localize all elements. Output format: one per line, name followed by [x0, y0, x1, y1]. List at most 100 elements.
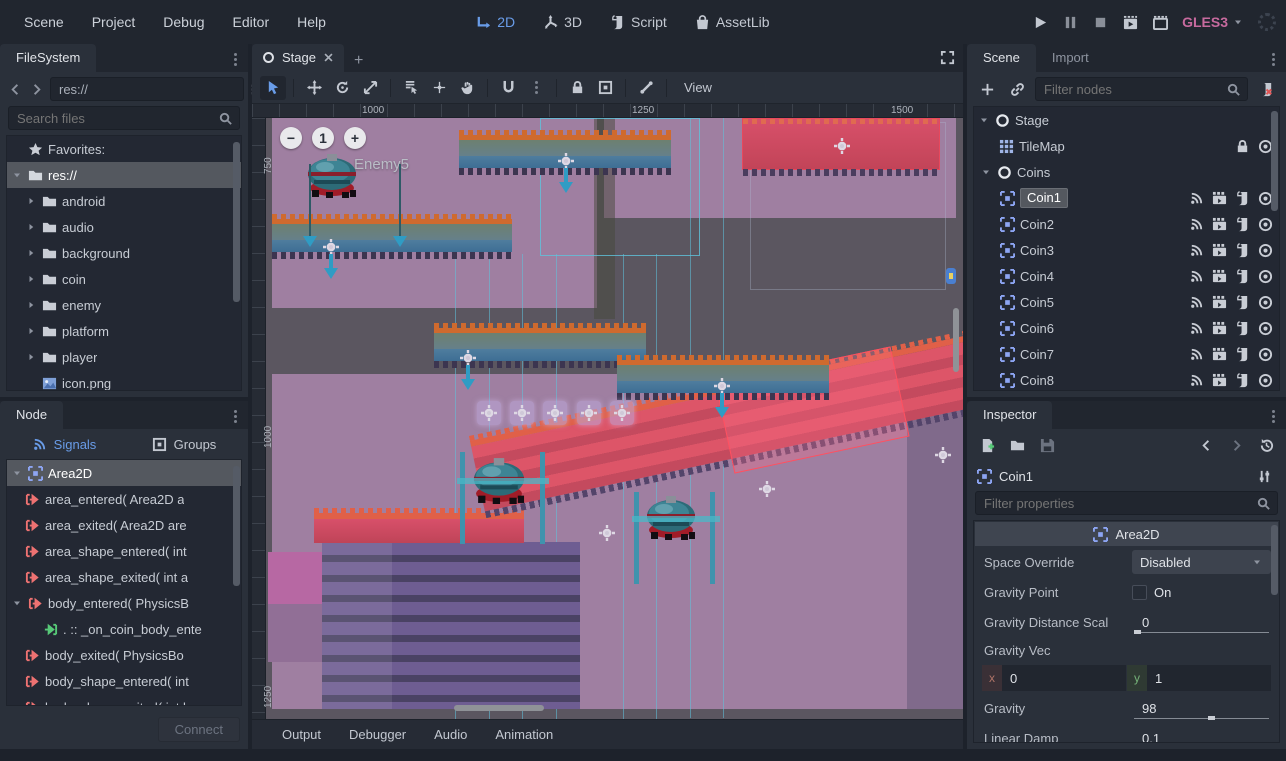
fs-item-res[interactable]: res://: [7, 162, 241, 188]
new-resource-button[interactable]: [975, 434, 999, 456]
chevron-right-icon[interactable]: [25, 273, 37, 285]
script-icon[interactable]: [1235, 191, 1250, 206]
play-button[interactable]: [1032, 14, 1048, 30]
tab-import[interactable]: Import: [1036, 44, 1105, 72]
scene-node-coin1[interactable]: Coin1: [974, 185, 1279, 211]
fs-item-android[interactable]: android: [7, 188, 241, 214]
signal-body-shape-entered[interactable]: body_shape_entered( int: [7, 668, 241, 694]
history-forward-button[interactable]: [1224, 434, 1248, 456]
fs-item-enemy[interactable]: enemy: [7, 292, 241, 318]
category-area2d[interactable]: Area2D: [975, 522, 1278, 546]
renderer-dropdown[interactable]: GLES3: [1182, 14, 1244, 30]
script-icon[interactable]: [1235, 321, 1250, 336]
menu-scene[interactable]: Scene: [10, 8, 78, 36]
signal-root-area2d[interactable]: Area2D: [7, 460, 241, 486]
group-icon[interactable]: [1212, 217, 1227, 232]
fs-forward-button[interactable]: [29, 78, 44, 100]
scene-node-coin5[interactable]: Coin5: [974, 289, 1279, 315]
instance-scene-button[interactable]: [1005, 78, 1029, 100]
zoom-reset-button[interactable]: 1: [312, 127, 334, 149]
fs-item-coin[interactable]: coin: [7, 266, 241, 292]
2d-viewport-canvas[interactable]: Enemy5: [252, 104, 963, 719]
tab-debugger[interactable]: Debugger: [337, 723, 418, 746]
group-icon[interactable]: [1212, 373, 1227, 388]
inspector-scrollbar[interactable]: [1271, 525, 1278, 595]
script-icon[interactable]: [1235, 295, 1250, 310]
linear-damp-field[interactable]: 0.1: [1132, 726, 1271, 743]
chevron-right-icon[interactable]: [25, 221, 37, 233]
signal-area-shape-exited[interactable]: area_shape_exited( int a: [7, 564, 241, 590]
visibility-icon[interactable]: [1258, 295, 1273, 310]
move-tool-button[interactable]: [301, 76, 327, 100]
chevron-right-icon[interactable]: [25, 299, 37, 311]
signal-icon[interactable]: [1189, 269, 1204, 284]
tab-audio[interactable]: Audio: [422, 723, 479, 746]
workspace-3d-button[interactable]: 3D: [533, 9, 592, 35]
group-icon[interactable]: [1212, 295, 1227, 310]
chevron-right-icon[interactable]: [25, 325, 37, 337]
tab-stage-scene[interactable]: Stage: [252, 44, 344, 72]
script-icon[interactable]: [1235, 217, 1250, 232]
group-icon[interactable]: [1212, 191, 1227, 206]
tab-output[interactable]: Output: [270, 723, 333, 746]
menu-editor[interactable]: Editor: [219, 8, 284, 36]
fs-scrollbar[interactable]: [233, 142, 240, 302]
signal-body-exited[interactable]: body_exited( PhysicsBo: [7, 642, 241, 668]
visibility-icon[interactable]: [1258, 243, 1273, 258]
menu-debug[interactable]: Debug: [149, 8, 218, 36]
scene-node-coin6[interactable]: Coin6: [974, 315, 1279, 341]
skeleton-options-button[interactable]: [633, 76, 659, 100]
close-icon[interactable]: [323, 52, 334, 63]
lock-object-button[interactable]: [564, 76, 590, 100]
panel-menu-icon[interactable]: [1268, 408, 1278, 425]
scene-node-coin4[interactable]: Coin4: [974, 263, 1279, 289]
signal-icon[interactable]: [1189, 191, 1204, 206]
workspace-script-button[interactable]: Script: [600, 9, 677, 35]
visibility-icon[interactable]: [1258, 373, 1273, 388]
fs-favorites-header[interactable]: Favorites:: [7, 136, 241, 162]
scene-node-tilemap[interactable]: TileMap: [974, 133, 1279, 159]
pause-button[interactable]: [1062, 14, 1078, 30]
pivot-tool-button[interactable]: [426, 76, 452, 100]
load-resource-button[interactable]: [1005, 434, 1029, 456]
chevron-down-icon[interactable]: [978, 114, 990, 126]
coin-node-gizmo[interactable]: [577, 401, 601, 425]
chevron-right-icon[interactable]: [25, 351, 37, 363]
fs-search-input[interactable]: [8, 106, 240, 130]
fs-item-icon-png[interactable]: icon.png: [7, 370, 241, 391]
signal-icon[interactable]: [1189, 243, 1204, 258]
chevron-down-icon[interactable]: [11, 467, 23, 479]
tab-signals[interactable]: Signals: [4, 437, 124, 452]
save-resource-button[interactable]: [1035, 434, 1059, 456]
history-back-button[interactable]: [1194, 434, 1218, 456]
viewport-horizontal-scrollbar[interactable]: [454, 705, 544, 711]
panel-menu-icon[interactable]: [230, 408, 240, 425]
play-custom-scene-button[interactable]: [1152, 14, 1168, 30]
new-scene-tab-button[interactable]: +: [344, 50, 373, 72]
scene-node-coin3[interactable]: Coin3: [974, 237, 1279, 263]
signal-icon[interactable]: [1189, 295, 1204, 310]
scene-node-coin7[interactable]: Coin7: [974, 341, 1279, 367]
menu-help[interactable]: Help: [283, 8, 340, 36]
scene-tree-scrollbar[interactable]: [1271, 111, 1278, 211]
visibility-icon[interactable]: [1258, 347, 1273, 362]
filter-properties-input[interactable]: [975, 491, 1278, 515]
signal-body-shape-exited[interactable]: body_shape_exited( int b: [7, 694, 241, 706]
tab-scene[interactable]: Scene: [967, 44, 1036, 72]
group-icon[interactable]: [1212, 269, 1227, 284]
gravity-vec-x-field[interactable]: x 0: [982, 665, 1126, 691]
menu-project[interactable]: Project: [78, 8, 150, 36]
connect-button[interactable]: Connect: [158, 717, 240, 742]
group-icon[interactable]: [1212, 347, 1227, 362]
fs-item-player[interactable]: player: [7, 344, 241, 370]
visibility-icon[interactable]: [1258, 269, 1273, 284]
signal-icon[interactable]: [1189, 321, 1204, 336]
view-menu-button[interactable]: View: [674, 76, 722, 99]
signal-connection[interactable]: . :: _on_coin_body_ente: [7, 616, 241, 642]
signal-icon[interactable]: [1189, 373, 1204, 388]
signal-icon[interactable]: [1189, 347, 1204, 362]
fs-path-field[interactable]: [50, 77, 244, 101]
script-icon[interactable]: [1235, 373, 1250, 388]
zoom-in-button[interactable]: +: [344, 127, 366, 149]
scene-node-coin2[interactable]: Coin2: [974, 211, 1279, 237]
